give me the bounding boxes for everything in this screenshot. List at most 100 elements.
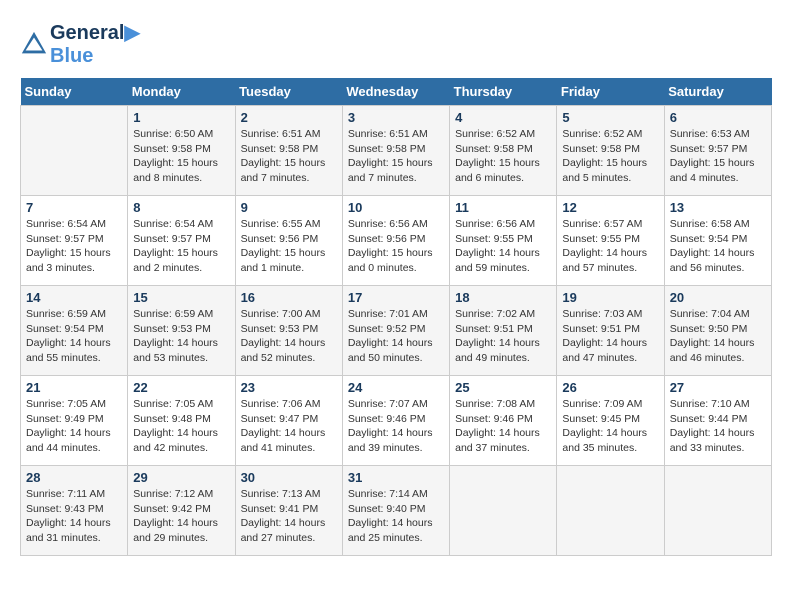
- day-info: Sunrise: 7:04 AM Sunset: 9:50 PM Dayligh…: [670, 307, 766, 366]
- day-info: Sunrise: 6:59 AM Sunset: 9:54 PM Dayligh…: [26, 307, 122, 366]
- day-info: Sunrise: 7:09 AM Sunset: 9:45 PM Dayligh…: [562, 397, 658, 456]
- week-row-3: 14 Sunrise: 6:59 AM Sunset: 9:54 PM Dayli…: [21, 286, 772, 376]
- day-info: Sunrise: 6:58 AM Sunset: 9:54 PM Dayligh…: [670, 217, 766, 276]
- logo-text: General▶ Blue: [50, 20, 140, 68]
- calendar-cell: 3Sunrise: 6:51 AM Sunset: 9:58 PM Daylig…: [342, 106, 449, 196]
- column-header-friday: Friday: [557, 78, 664, 106]
- day-number: 10: [348, 200, 444, 215]
- day-number: 20: [670, 290, 766, 305]
- week-row-5: 28 Sunrise: 7:11 AM Sunset: 9:43 PM Dayli…: [21, 466, 772, 556]
- logo: General▶ Blue: [20, 20, 140, 68]
- day-info: Sunrise: 7:12 AM Sunset: 9:42 PM Dayligh…: [133, 487, 229, 546]
- day-number: 17: [348, 290, 444, 305]
- day-info: Sunrise: 6:53 AM Sunset: 9:57 PM Dayligh…: [670, 127, 766, 186]
- calendar-cell: 25 Sunrise: 7:08 AM Sunset: 9:46 PM Dayli…: [450, 376, 557, 466]
- calendar-cell: 26 Sunrise: 7:09 AM Sunset: 9:45 PM Dayli…: [557, 376, 664, 466]
- day-info: Sunrise: 7:01 AM Sunset: 9:52 PM Dayligh…: [348, 307, 444, 366]
- day-number: 31: [348, 470, 444, 485]
- day-info: Sunrise: 7:11 AM Sunset: 9:43 PM Dayligh…: [26, 487, 122, 546]
- calendar-cell: 10 Sunrise: 6:56 AM Sunset: 9:56 PM Dayli…: [342, 196, 449, 286]
- day-info: Sunrise: 7:13 AM Sunset: 9:41 PM Dayligh…: [241, 487, 337, 546]
- day-number: 19: [562, 290, 658, 305]
- day-number: 18: [455, 290, 551, 305]
- day-info: Sunrise: 7:02 AM Sunset: 9:51 PM Dayligh…: [455, 307, 551, 366]
- day-number: 8: [133, 200, 229, 215]
- day-number: 21: [26, 380, 122, 395]
- calendar-cell: 30Sunrise: 7:13 AM Sunset: 9:41 PM Dayli…: [235, 466, 342, 556]
- day-info: Sunrise: 6:56 AM Sunset: 9:56 PM Dayligh…: [348, 217, 444, 276]
- calendar-cell: 5 Sunrise: 6:52 AM Sunset: 9:58 PM Daylig…: [557, 106, 664, 196]
- day-info: Sunrise: 7:14 AM Sunset: 9:40 PM Dayligh…: [348, 487, 444, 546]
- calendar-cell: 8 Sunrise: 6:54 AM Sunset: 9:57 PM Daylig…: [128, 196, 235, 286]
- week-row-4: 21 Sunrise: 7:05 AM Sunset: 9:49 PM Dayli…: [21, 376, 772, 466]
- day-number: 16: [241, 290, 337, 305]
- day-info: Sunrise: 6:54 AM Sunset: 9:57 PM Dayligh…: [133, 217, 229, 276]
- day-info: Sunrise: 6:51 AM Sunset: 9:58 PM Dayligh…: [241, 127, 337, 186]
- day-number: 27: [670, 380, 766, 395]
- day-number: 9: [241, 200, 337, 215]
- day-number: 2: [241, 110, 337, 125]
- calendar-cell: 15 Sunrise: 6:59 AM Sunset: 9:53 PM Dayli…: [128, 286, 235, 376]
- day-info: Sunrise: 7:05 AM Sunset: 9:49 PM Dayligh…: [26, 397, 122, 456]
- calendar-cell: 28 Sunrise: 7:11 AM Sunset: 9:43 PM Dayli…: [21, 466, 128, 556]
- calendar-cell: 19Sunrise: 7:03 AM Sunset: 9:51 PM Dayli…: [557, 286, 664, 376]
- calendar-cell: 13 Sunrise: 6:58 AM Sunset: 9:54 PM Dayli…: [664, 196, 771, 286]
- calendar-cell: 29 Sunrise: 7:12 AM Sunset: 9:42 PM Dayli…: [128, 466, 235, 556]
- day-number: 14: [26, 290, 122, 305]
- calendar-cell: 14 Sunrise: 6:59 AM Sunset: 9:54 PM Dayli…: [21, 286, 128, 376]
- day-info: Sunrise: 6:59 AM Sunset: 9:53 PM Dayligh…: [133, 307, 229, 366]
- day-info: Sunrise: 6:50 AM Sunset: 9:58 PM Dayligh…: [133, 127, 229, 186]
- day-number: 28: [26, 470, 122, 485]
- calendar-cell: 6 Sunrise: 6:53 AM Sunset: 9:57 PM Daylig…: [664, 106, 771, 196]
- day-info: Sunrise: 6:52 AM Sunset: 9:58 PM Dayligh…: [562, 127, 658, 186]
- day-number: 26: [562, 380, 658, 395]
- column-header-saturday: Saturday: [664, 78, 771, 106]
- day-number: 1: [133, 110, 229, 125]
- calendar-cell: 27 Sunrise: 7:10 AM Sunset: 9:44 PM Dayli…: [664, 376, 771, 466]
- day-info: Sunrise: 6:56 AM Sunset: 9:55 PM Dayligh…: [455, 217, 551, 276]
- day-number: 15: [133, 290, 229, 305]
- day-number: 4: [455, 110, 551, 125]
- column-header-wednesday: Wednesday: [342, 78, 449, 106]
- day-info: Sunrise: 7:07 AM Sunset: 9:46 PM Dayligh…: [348, 397, 444, 456]
- day-info: Sunrise: 6:54 AM Sunset: 9:57 PM Dayligh…: [26, 217, 122, 276]
- day-number: 3: [348, 110, 444, 125]
- calendar-cell: 23Sunrise: 7:06 AM Sunset: 9:47 PM Dayli…: [235, 376, 342, 466]
- day-number: 29: [133, 470, 229, 485]
- calendar-cell: 24Sunrise: 7:07 AM Sunset: 9:46 PM Dayli…: [342, 376, 449, 466]
- day-number: 13: [670, 200, 766, 215]
- day-info: Sunrise: 7:08 AM Sunset: 9:46 PM Dayligh…: [455, 397, 551, 456]
- calendar-cell: 22 Sunrise: 7:05 AM Sunset: 9:48 PM Dayli…: [128, 376, 235, 466]
- day-info: Sunrise: 7:10 AM Sunset: 9:44 PM Dayligh…: [670, 397, 766, 456]
- day-info: Sunrise: 6:55 AM Sunset: 9:56 PM Dayligh…: [241, 217, 337, 276]
- header-row: SundayMondayTuesdayWednesdayThursdayFrid…: [21, 78, 772, 106]
- calendar-cell: 7Sunrise: 6:54 AM Sunset: 9:57 PM Daylig…: [21, 196, 128, 286]
- day-number: 25: [455, 380, 551, 395]
- column-header-monday: Monday: [128, 78, 235, 106]
- day-number: 22: [133, 380, 229, 395]
- day-number: 6: [670, 110, 766, 125]
- calendar-cell: 18 Sunrise: 7:02 AM Sunset: 9:51 PM Dayli…: [450, 286, 557, 376]
- page-header: General▶ Blue: [20, 20, 772, 68]
- calendar-cell: 12 Sunrise: 6:57 AM Sunset: 9:55 PM Dayli…: [557, 196, 664, 286]
- day-number: 12: [562, 200, 658, 215]
- day-info: Sunrise: 6:57 AM Sunset: 9:55 PM Dayligh…: [562, 217, 658, 276]
- logo-icon: [20, 30, 48, 58]
- day-number: 5: [562, 110, 658, 125]
- calendar-cell: 17 Sunrise: 7:01 AM Sunset: 9:52 PM Dayli…: [342, 286, 449, 376]
- day-number: 11: [455, 200, 551, 215]
- calendar-cell: [21, 106, 128, 196]
- calendar-cell: 31 Sunrise: 7:14 AM Sunset: 9:40 PM Dayli…: [342, 466, 449, 556]
- day-info: Sunrise: 7:06 AM Sunset: 9:47 PM Dayligh…: [241, 397, 337, 456]
- day-info: Sunrise: 7:05 AM Sunset: 9:48 PM Dayligh…: [133, 397, 229, 456]
- calendar-cell: 21 Sunrise: 7:05 AM Sunset: 9:49 PM Dayli…: [21, 376, 128, 466]
- calendar-cell: 20 Sunrise: 7:04 AM Sunset: 9:50 PM Dayli…: [664, 286, 771, 376]
- calendar-cell: [450, 466, 557, 556]
- calendar-cell: 2 Sunrise: 6:51 AM Sunset: 9:58 PM Daylig…: [235, 106, 342, 196]
- column-header-sunday: Sunday: [21, 78, 128, 106]
- calendar-cell: 16Sunrise: 7:00 AM Sunset: 9:53 PM Dayli…: [235, 286, 342, 376]
- week-row-1: 1 Sunrise: 6:50 AM Sunset: 9:58 PM Daylig…: [21, 106, 772, 196]
- calendar-table: SundayMondayTuesdayWednesdayThursdayFrid…: [20, 78, 772, 556]
- calendar-cell: 9 Sunrise: 6:55 AM Sunset: 9:56 PM Daylig…: [235, 196, 342, 286]
- column-header-tuesday: Tuesday: [235, 78, 342, 106]
